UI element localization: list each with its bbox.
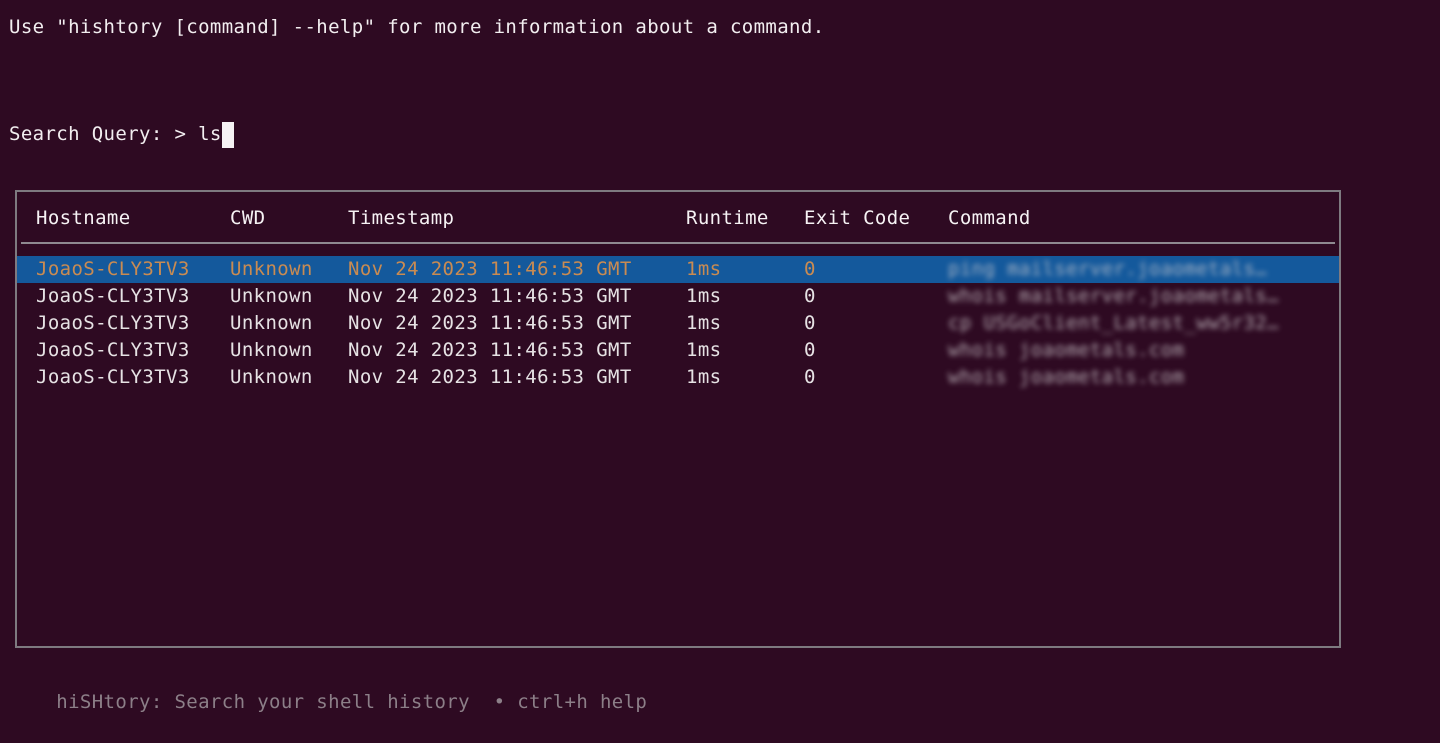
cell-timestamp: Nov 24 2023 11:46:53 GMT	[348, 258, 632, 280]
help-shortcut[interactable]: ctrl+h help	[517, 691, 647, 713]
cell-command: ping mailserver.joaometals…	[948, 256, 1267, 283]
cell-hostname: JoaoS-CLY3TV3	[36, 285, 190, 307]
table-row[interactable]: JoaoS-CLY3TV3 Unknown Nov 24 2023 11:46:53…	[17, 256, 1339, 283]
app-tagline: Search your shell history	[162, 691, 470, 713]
cell-runtime: 1ms	[686, 258, 722, 280]
cell-cwd: Unknown	[230, 339, 313, 361]
redacted-command-text: cp USGoClient_Latest_ww5r32…	[948, 312, 1279, 334]
help-line: Use "hishtory [command] --help" for more…	[9, 16, 825, 38]
cell-command: whois mailserver.joaometals…	[948, 283, 1279, 310]
column-header-cwd[interactable]: CWD	[230, 205, 265, 232]
cell-runtime: 1ms	[686, 312, 722, 334]
cell-cwd: Unknown	[230, 258, 313, 280]
status-separator: •	[469, 691, 518, 713]
redacted-command-text: ping mailserver.joaometals…	[948, 258, 1268, 280]
cell-command: whois joaometals.com	[948, 337, 1184, 364]
cell-command: cp USGoClient_Latest_ww5r32…	[948, 310, 1279, 337]
cell-timestamp: Nov 24 2023 11:46:53 GMT	[348, 312, 632, 334]
cell-exit-code: 0	[804, 285, 816, 307]
cell-exit-code: 0	[804, 339, 816, 361]
search-query-label: Search Query:	[9, 123, 175, 145]
table-row[interactable]: JoaoS-CLY3TV3 Unknown Nov 24 2023 11:46:53…	[17, 310, 1339, 337]
table-header-row: Hostname CWD Timestamp Runtime Exit Code…	[17, 192, 1339, 242]
search-query-row[interactable]: Search Query: > ls	[9, 121, 234, 148]
table-row[interactable]: JoaoS-CLY3TV3 Unknown Nov 24 2023 11:46:53…	[17, 364, 1339, 391]
table-row[interactable]: JoaoS-CLY3TV3 Unknown Nov 24 2023 11:46:53…	[17, 283, 1339, 310]
table-header: Hostname CWD Timestamp Runtime Exit Code…	[17, 192, 1339, 244]
cell-runtime: 1ms	[686, 285, 722, 307]
cell-hostname: JoaoS-CLY3TV3	[36, 339, 190, 361]
text-cursor	[221, 121, 234, 148]
header-divider	[21, 242, 1335, 244]
column-header-hostname[interactable]: Hostname	[36, 205, 131, 232]
redacted-command-text: whois mailserver.joaometals…	[948, 285, 1279, 307]
cell-timestamp: Nov 24 2023 11:46:53 GMT	[348, 285, 632, 307]
search-prompt-icon: >	[174, 123, 199, 145]
cell-hostname: JoaoS-CLY3TV3	[36, 366, 190, 388]
cell-runtime: 1ms	[686, 366, 722, 388]
cell-cwd: Unknown	[230, 285, 313, 307]
cell-exit-code: 0	[804, 258, 816, 280]
column-header-command[interactable]: Command	[948, 205, 1031, 232]
cell-exit-code: 0	[804, 312, 816, 334]
redacted-command-text: whois joaometals.com	[948, 339, 1185, 361]
cell-cwd: Unknown	[230, 366, 313, 388]
cell-hostname: JoaoS-CLY3TV3	[36, 312, 190, 334]
search-input[interactable]: ls	[198, 121, 222, 148]
cell-runtime: 1ms	[686, 339, 722, 361]
status-bar: hiSHtory: Search your shell history • ct…	[9, 662, 647, 743]
table-row[interactable]: JoaoS-CLY3TV3 Unknown Nov 24 2023 11:46:53…	[17, 337, 1339, 364]
cell-exit-code: 0	[804, 366, 816, 388]
terminal-screen: Use "hishtory [command] --help" for more…	[0, 0, 1440, 713]
column-header-exit-code[interactable]: Exit Code	[804, 205, 910, 232]
app-name: hiSHtory:	[56, 691, 163, 713]
cell-cwd: Unknown	[230, 312, 313, 334]
column-header-timestamp[interactable]: Timestamp	[348, 205, 454, 232]
cell-timestamp: Nov 24 2023 11:46:53 GMT	[348, 366, 632, 388]
results-table[interactable]: Hostname CWD Timestamp Runtime Exit Code…	[15, 190, 1341, 648]
redacted-command-text: whois joaometals.com	[948, 366, 1185, 388]
cell-timestamp: Nov 24 2023 11:46:53 GMT	[348, 339, 632, 361]
column-header-runtime[interactable]: Runtime	[686, 205, 769, 232]
table-body: JoaoS-CLY3TV3 Unknown Nov 24 2023 11:46:53…	[17, 244, 1339, 391]
cell-hostname: JoaoS-CLY3TV3	[36, 258, 190, 280]
cell-command: whois joaometals.com	[948, 364, 1184, 391]
